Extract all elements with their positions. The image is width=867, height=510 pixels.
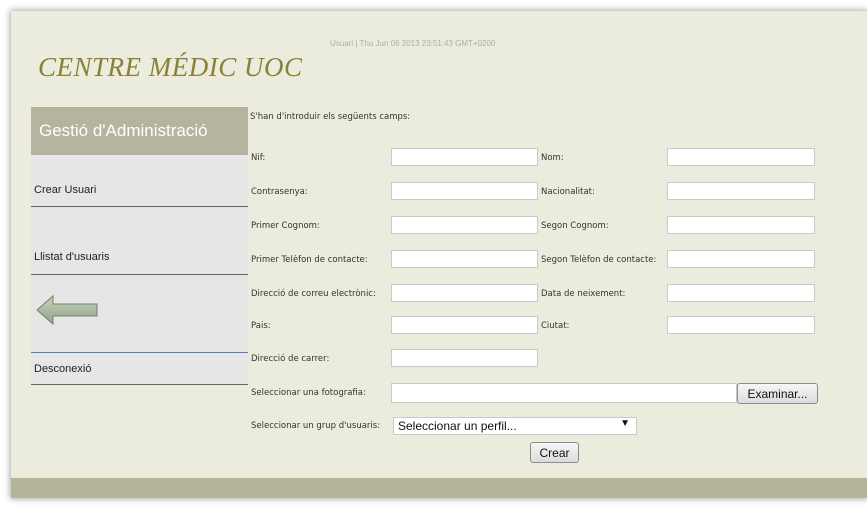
nom-field[interactable] <box>667 148 815 166</box>
contrasenya-label: Contrasenya: <box>251 187 308 197</box>
contrasenya-field[interactable] <box>391 182 538 200</box>
fotografia-file-field[interactable] <box>391 383 737 403</box>
nacionalitat-label: Nacionalitat: <box>541 187 595 197</box>
footer-bar <box>11 478 867 498</box>
pais-field[interactable] <box>391 316 538 334</box>
sidebar-title: Gestió d'Administració <box>31 107 248 155</box>
form-intro: S'han d'introduir els següents camps: <box>250 112 411 122</box>
sidebar-item-label: Llistat d'usuaris <box>34 251 110 263</box>
primer-cognom-field[interactable] <box>391 216 538 234</box>
logo-title: CENTRE MÉDIC UOC <box>38 52 303 82</box>
direccio-carrer-field[interactable] <box>391 349 538 367</box>
primer-telefon-field[interactable] <box>391 250 538 268</box>
segon-cognom-label: Segon Cognom: <box>541 221 609 231</box>
fotografia-label: Seleccionar una fotografia: <box>251 388 366 398</box>
nacionalitat-field[interactable] <box>667 182 815 200</box>
pais-label: Pais: <box>251 321 271 331</box>
perfil-select-value: Seleccionar un perfil... <box>398 419 517 433</box>
ciutat-field[interactable] <box>667 316 815 334</box>
chevron-down-icon: ▼ <box>620 418 630 429</box>
primer-cognom-label: Primer Cognom: <box>251 221 320 231</box>
segon-cognom-field[interactable] <box>667 216 815 234</box>
user-status-line: Usuari | Thu Jun 06 2013 23:51:43 GMT+02… <box>330 39 496 48</box>
crear-button[interactable]: Crear <box>530 442 579 463</box>
segon-telefon-label: Segon Telèfon de contacte: <box>541 255 657 265</box>
data-naixement-field[interactable] <box>667 284 815 302</box>
sidebar-item-desconexio[interactable]: Desconexió <box>31 353 248 385</box>
sidebar-item-llistat-usuaris[interactable]: Llistat d'usuaris <box>31 207 248 275</box>
primer-telefon-label: Primer Telèfon de contacte: <box>251 255 368 265</box>
email-field[interactable] <box>391 284 538 302</box>
ciutat-label: Ciutat: <box>541 321 570 331</box>
grup-usuaris-label: Seleccionar un grup d'usuaris: <box>251 421 381 431</box>
segon-telefon-field[interactable] <box>667 250 815 268</box>
data-naixement-label: Data de neixement: <box>541 289 626 299</box>
nif-label: Nif: <box>251 153 266 163</box>
back-button[interactable] <box>31 275 248 353</box>
sidebar-item-crear-usuari[interactable]: Crear Usuari <box>31 155 248 207</box>
left-arrow-icon <box>36 294 98 326</box>
nif-field[interactable] <box>391 148 538 166</box>
sidebar: Gestió d'Administració Crear Usuari Llis… <box>31 107 248 387</box>
direccio-carrer-label: Direcció de carrer: <box>251 354 330 364</box>
browse-button[interactable]: Examinar... <box>737 383 818 404</box>
sidebar-item-label: Crear Usuari <box>34 184 97 196</box>
nom-label: Nom: <box>541 153 564 163</box>
sidebar-item-label: Desconexió <box>34 363 92 375</box>
email-label: Direcció de correu electrònic: <box>251 289 376 299</box>
perfil-select[interactable]: Seleccionar un perfil... ▼ <box>393 417 637 435</box>
